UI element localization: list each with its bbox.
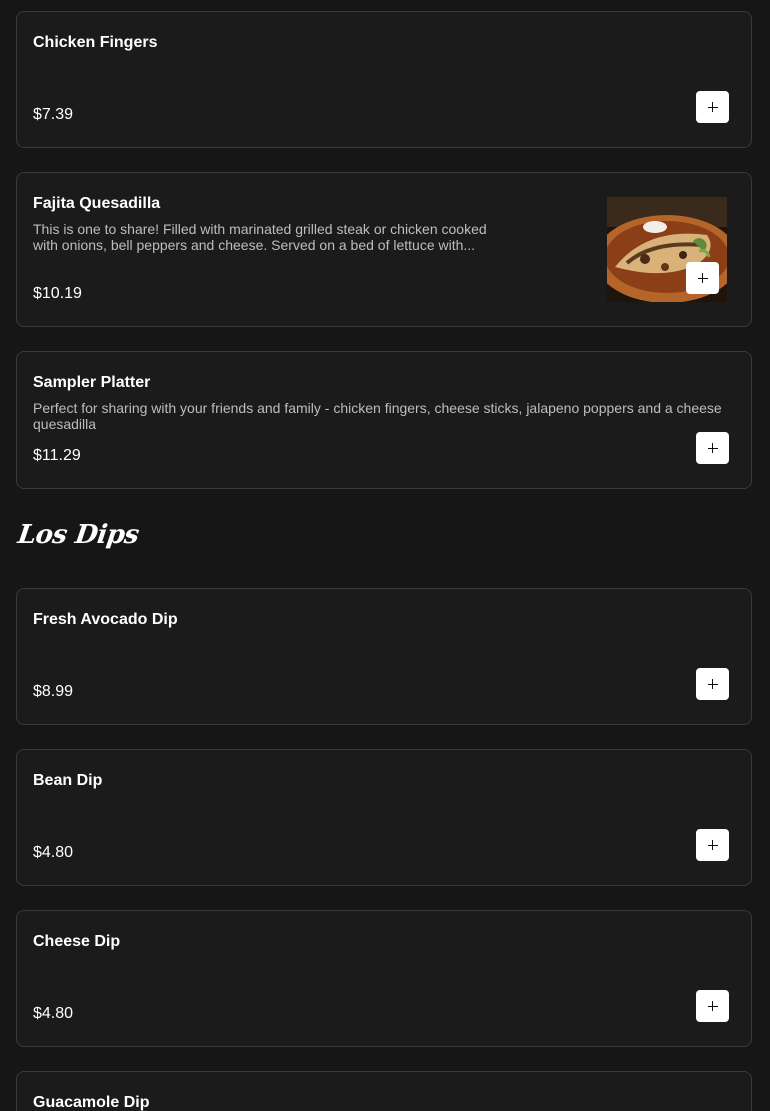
menu-item-card[interactable]: Chicken Fingers $7.39 xyxy=(16,11,752,148)
item-price: $10.19 xyxy=(33,285,82,302)
item-price: $4.80 xyxy=(33,1005,74,1022)
item-name: Cheese Dip xyxy=(33,933,121,950)
add-to-cart-button[interactable] xyxy=(696,91,729,123)
item-description: This is one to share! Filled with marina… xyxy=(33,221,487,253)
item-price: $4.80 xyxy=(33,844,74,861)
menu-item-card[interactable]: Bean Dip $4.80 xyxy=(16,749,752,886)
menu-item-card[interactable]: Cheese Dip $4.80 xyxy=(16,910,752,1047)
menu-item-card[interactable]: Guacamole Dip xyxy=(16,1071,752,1111)
item-price: $11.29 xyxy=(33,447,81,464)
plus-icon xyxy=(707,102,718,112)
item-name: Bean Dip xyxy=(33,772,103,789)
plus-icon xyxy=(707,840,718,850)
item-name: Guacamole Dip xyxy=(33,1094,150,1111)
menu-item-card[interactable]: Fajita Quesadilla This is one to share! … xyxy=(16,172,752,327)
section-title: Los Dips xyxy=(15,520,141,550)
item-price: $8.99 xyxy=(33,683,74,700)
item-name: Sampler Platter xyxy=(33,374,151,391)
item-name: Fajita Quesadilla xyxy=(33,195,161,212)
add-to-cart-button[interactable] xyxy=(696,829,729,861)
plus-icon xyxy=(707,443,718,453)
plus-icon xyxy=(697,273,708,283)
menu-item-card[interactable]: Sampler Platter Perfect for sharing with… xyxy=(16,351,752,489)
add-to-cart-button[interactable] xyxy=(686,262,719,294)
item-name: Fresh Avocado Dip xyxy=(33,611,178,628)
plus-icon xyxy=(707,679,718,689)
quesadilla-photo[interactable] xyxy=(607,197,727,302)
item-description: Perfect for sharing with your friends an… xyxy=(33,400,722,432)
item-price: $7.39 xyxy=(33,106,74,123)
plus-icon xyxy=(707,1001,718,1011)
item-name: Chicken Fingers xyxy=(33,34,158,51)
add-to-cart-button[interactable] xyxy=(696,432,729,464)
menu-item-card[interactable]: Fresh Avocado Dip $8.99 xyxy=(16,588,752,725)
add-to-cart-button[interactable] xyxy=(696,668,729,700)
menu-page: Chicken Fingers $7.39 Fajita Quesadilla … xyxy=(0,0,770,1111)
add-to-cart-button[interactable] xyxy=(696,990,729,1022)
